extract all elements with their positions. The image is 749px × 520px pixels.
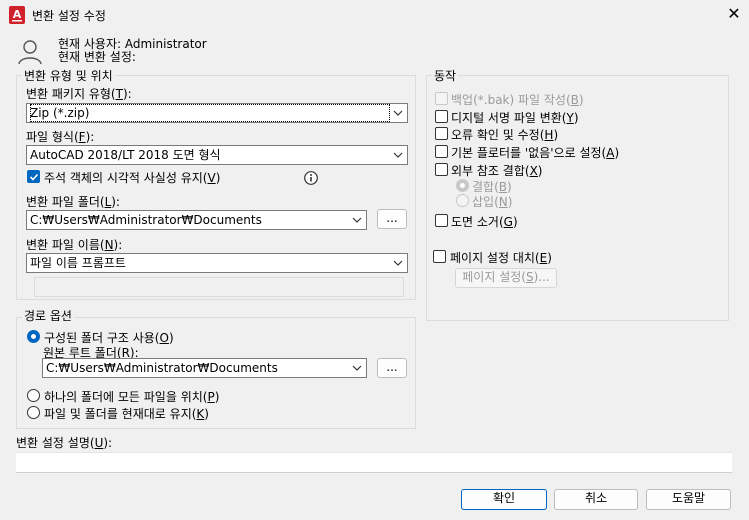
single-folder-label: 하나의 폴더에 모든 파일을 위치(P) <box>44 390 220 404</box>
page-setups-button[interactable]: 페이지 설정(S)... <box>455 268 557 288</box>
package-type-label: 변환 패키지 유형(T): <box>26 87 132 101</box>
info-icon[interactable] <box>304 171 318 185</box>
cancel-button[interactable]: 취소 <box>554 489 638 510</box>
transmittal-group-label: 변환 유형 및 위치 <box>22 67 115 84</box>
backup-label: 백업(*.bak) 파일 작성(B) <box>451 93 584 107</box>
replace-page-setup-label: 페이지 설정 대치(E) <box>450 251 552 265</box>
digital-signature-label: 디지털 서명 파일 변환(Y) <box>451 111 579 125</box>
transmittal-filename-select[interactable]: 파일 이름 프롬프트 <box>26 253 408 273</box>
keep-as-is-radio[interactable] <box>27 406 40 419</box>
transmittal-folder-label: 변환 파일 폴더(L): <box>26 195 120 209</box>
digital-signature-checkbox[interactable] <box>435 110 448 123</box>
browse-source-root-button[interactable]: ... <box>377 358 407 378</box>
organized-folder-radio[interactable] <box>27 330 40 343</box>
file-format-select[interactable]: AutoCAD 2018/LT 2018 도면 형식 <box>26 145 408 165</box>
insert-label: 삽입(N) <box>472 195 513 209</box>
replace-page-setup-checkbox[interactable] <box>433 250 446 263</box>
purge-checkbox[interactable] <box>435 214 448 227</box>
chevron-down-icon <box>352 217 362 223</box>
audit-checkbox[interactable] <box>435 127 448 140</box>
chevron-down-icon <box>352 365 362 371</box>
user-icon <box>16 38 44 66</box>
browse-folder-button[interactable]: ... <box>377 209 407 229</box>
chevron-down-icon <box>393 110 403 116</box>
ok-button[interactable]: 확인 <box>461 489 547 510</box>
bind-xref-label: 외부 참조 결합(X) <box>451 164 543 178</box>
audit-label: 오류 확인 및 수정(H) <box>451 128 559 142</box>
transmittal-filename-label: 변환 파일 이름(N): <box>26 238 123 252</box>
default-plotter-none-label: 기본 플로터를 '없음'으로 설정(A) <box>451 146 620 160</box>
transmittal-filename-input <box>34 277 404 297</box>
path-options-group-label: 경로 옵션 <box>22 307 74 324</box>
window-title: 변환 설정 수정 <box>32 9 106 23</box>
current-setup-text: 현재 변환 설정: <box>58 50 136 64</box>
svg-text:A: A <box>13 8 22 21</box>
maintain-visual-fidelity-label: 주석 객체의 시각적 사실성 유지(V) <box>44 171 221 185</box>
transmittal-folder-select[interactable]: C:₩Users₩Administrator₩Documents <box>26 210 367 230</box>
maintain-visual-fidelity-checkbox[interactable] <box>27 170 40 183</box>
bind-radio[interactable] <box>456 179 469 192</box>
description-input[interactable] <box>16 452 732 473</box>
description-label: 변환 설정 설명(U): <box>16 436 113 450</box>
default-plotter-none-checkbox[interactable] <box>435 145 448 158</box>
chevron-down-icon <box>393 260 403 266</box>
close-icon[interactable]: ✕ <box>724 4 744 24</box>
chevron-down-icon <box>393 152 403 158</box>
file-format-label: 파일 형식(F): <box>26 130 95 144</box>
insert-radio[interactable] <box>456 194 469 207</box>
keep-as-is-label: 파일 및 폴더를 현재대로 유지(K) <box>44 407 209 421</box>
help-button[interactable]: 도움말 <box>646 489 731 510</box>
purge-label: 도면 소거(G) <box>451 215 518 229</box>
backup-checkbox[interactable] <box>435 92 448 105</box>
title-bar <box>0 0 749 30</box>
actions-group-label: 동작 <box>432 67 459 84</box>
single-folder-radio[interactable] <box>27 389 40 402</box>
bind-xref-checkbox[interactable] <box>435 163 448 176</box>
autocad-app-icon: A <box>9 6 25 24</box>
source-root-select[interactable]: C:₩Users₩Administrator₩Documents <box>42 358 367 378</box>
package-type-select[interactable]: Zip (*.zip) <box>26 103 408 123</box>
